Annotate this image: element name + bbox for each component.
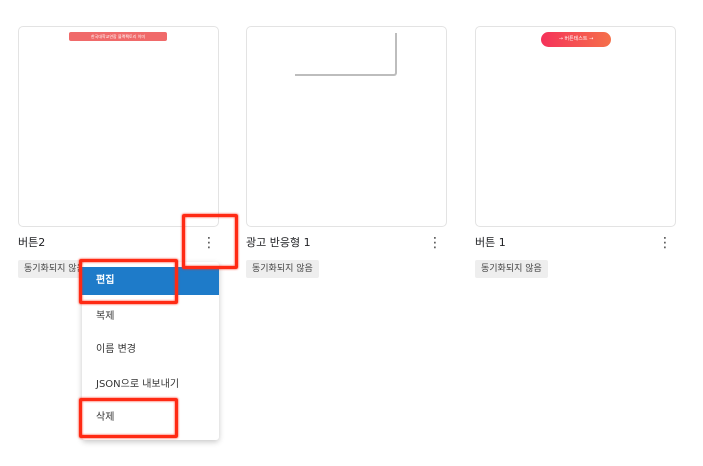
- more-vert-icon: ⋮: [658, 235, 672, 251]
- highlight-delete-item: [79, 398, 178, 438]
- highlight-edit-item: [79, 259, 178, 304]
- card-title: 광고 반응형 1: [246, 236, 311, 249]
- template-card-1[interactable]: 한국대학교연합 블랙팩토리 이미: [18, 26, 219, 227]
- card-preview-button: → 버튼테스트 →: [541, 32, 611, 47]
- card-title: 버튼2: [18, 236, 46, 249]
- menu-item-duplicate[interactable]: 복제: [82, 303, 219, 331]
- menu-item-export-json[interactable]: JSON으로 내보내기: [82, 371, 219, 399]
- template-card-2[interactable]: [246, 26, 447, 227]
- menu-item-rename[interactable]: 이름 변경: [82, 336, 219, 364]
- card-title: 버튼 1: [475, 236, 506, 249]
- template-card-3[interactable]: → 버튼테스트 →: [475, 26, 676, 227]
- more-vert-icon: ⋮: [428, 235, 442, 251]
- card-preview-banner: 한국대학교연합 블랙팩토리 이미: [69, 32, 167, 41]
- status-badge: 동기화되지 않음: [246, 260, 319, 278]
- status-badge: 동기화되지 않음: [475, 260, 548, 278]
- more-options-button[interactable]: ⋮: [425, 232, 445, 254]
- highlight-more-button: [182, 214, 238, 269]
- more-options-button[interactable]: ⋮: [655, 232, 675, 254]
- card-preview-shape: [295, 33, 397, 76]
